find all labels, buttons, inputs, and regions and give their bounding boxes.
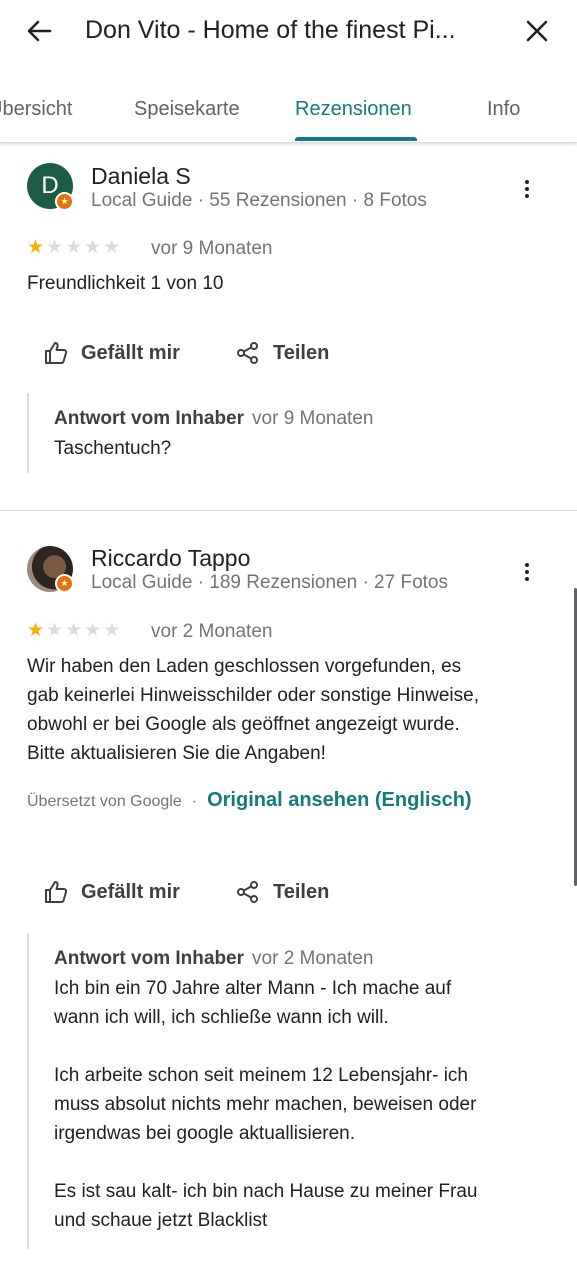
star-rating: ★ ★ ★ ★ ★ — [27, 621, 122, 641]
like-label: Gefällt mir — [81, 880, 180, 903]
more-options-button[interactable] — [512, 174, 542, 204]
top-bar: Don Vito - Home of the finest Pi... — [0, 0, 577, 62]
review-text-line: Bitte aktualisieren Sie die Angaben! — [27, 743, 326, 764]
reviewer-name[interactable]: Daniela S — [91, 162, 191, 190]
arrow-left-icon — [27, 20, 52, 42]
translated-by-google: Übersetzt von Google — [27, 793, 182, 810]
owner-reply-date: vor 9 Monaten — [252, 408, 374, 429]
more-options-button[interactable] — [512, 557, 542, 587]
star-empty-icon: ★ — [103, 620, 121, 641]
view-original-link[interactable]: Original ansehen (Englisch) — [207, 789, 472, 811]
star-empty-icon: ★ — [46, 620, 64, 641]
tab-overview[interactable]: Übersicht — [0, 96, 72, 122]
review-divider — [0, 510, 577, 511]
place-title: Don Vito - Home of the finest Pi... — [85, 16, 456, 44]
owner-reply-label: Antwort vom Inhaber — [54, 948, 245, 969]
like-button[interactable]: Gefällt mir — [43, 335, 180, 371]
share-button[interactable]: Teilen — [235, 335, 329, 371]
tab-info[interactable]: Info — [487, 96, 520, 122]
star-empty-icon: ★ — [65, 237, 83, 258]
star-filled-icon: ★ — [27, 237, 45, 258]
owner-reply-date: vor 2 Monaten — [252, 948, 374, 969]
owner-reply-text: Taschentuch? — [54, 438, 172, 459]
reviewer-name[interactable]: Riccardo Tappo — [91, 544, 250, 572]
tab-menu[interactable]: Speisekarte — [134, 96, 240, 122]
close-button[interactable] — [520, 14, 554, 48]
tab-bar: Übersicht Speisekarte Rezensionen Info — [0, 82, 577, 143]
review-text: Wir haben den Laden geschlossen vorgefun… — [27, 652, 557, 768]
thumb-up-icon — [45, 881, 68, 903]
active-tab-indicator — [295, 137, 417, 141]
owner-reply: Antwort vom Inhaber vor 2 Monaten Ich bin… — [27, 933, 559, 1249]
like-label: Gefällt mir — [81, 341, 180, 364]
like-button[interactable]: Gefällt mir — [43, 874, 180, 910]
star-rating: ★ ★ ★ ★ ★ — [27, 238, 122, 258]
separator-dot: · — [191, 793, 198, 810]
close-icon — [526, 20, 548, 42]
owner-reply-text: Ich bin ein 70 Jahre alter Mann - Ich ma… — [54, 978, 478, 1231]
star-filled-icon: ★ — [27, 620, 45, 641]
reviewer-meta: Local Guide · 189 Rezensionen · 27 Fotos — [91, 572, 448, 593]
local-guide-badge-icon: ★ — [55, 192, 74, 211]
share-button[interactable]: Teilen — [235, 874, 329, 910]
star-empty-icon: ★ — [46, 237, 64, 258]
star-empty-icon: ★ — [84, 620, 102, 641]
back-button[interactable] — [22, 14, 56, 48]
share-label: Teilen — [273, 880, 330, 903]
review-text-line: Wir haben den Laden geschlossen vorgefun… — [27, 656, 462, 677]
share-icon — [237, 881, 258, 903]
local-guide-badge-icon: ★ — [55, 574, 74, 593]
owner-reply-header: Antwort vom Inhaber vor 2 Monaten — [54, 947, 373, 971]
review-date: vor 2 Monaten — [151, 621, 273, 642]
translation-row: Übersetzt von Google · Original ansehen (E… — [27, 789, 472, 812]
review-text-line: obwohl er bei Google als geöffnet angeze… — [27, 714, 460, 735]
star-empty-icon: ★ — [65, 620, 83, 641]
share-label: Teilen — [273, 341, 330, 364]
reviewer-meta: Local Guide · 55 Rezensionen · 8 Fotos — [91, 190, 427, 211]
star-empty-icon: ★ — [84, 237, 102, 258]
owner-reply-header: Antwort vom Inhaber vor 9 Monaten — [54, 407, 373, 431]
review-text-line: gab keinerlei Hinweisschilder oder sonst… — [27, 685, 480, 706]
review-text: Freundlichkeit 1 von 10 — [27, 273, 224, 294]
more-vert-icon — [525, 563, 529, 581]
owner-reply-label: Antwort vom Inhaber — [54, 408, 245, 429]
thumb-up-icon — [45, 342, 68, 364]
share-icon — [237, 342, 258, 364]
owner-reply: Antwort vom Inhaber vor 9 Monaten Taschen… — [27, 393, 559, 473]
star-empty-icon: ★ — [103, 237, 121, 258]
tab-reviews[interactable]: Rezensionen — [295, 96, 412, 122]
more-vert-icon — [525, 180, 529, 198]
review-date: vor 9 Monaten — [151, 238, 273, 259]
